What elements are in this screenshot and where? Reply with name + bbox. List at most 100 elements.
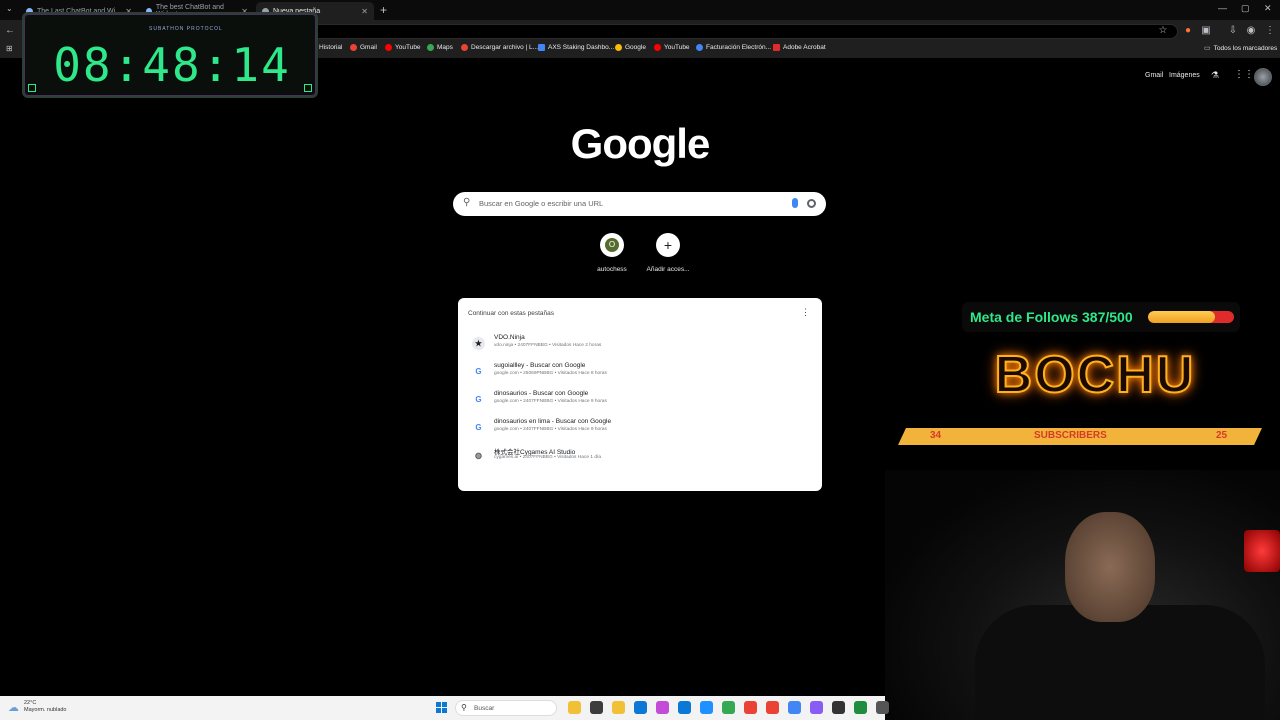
subathon-timer: SUBATHON PROTOCOL 08:48:14: [22, 12, 318, 98]
search-input[interactable]: Buscar en Google o escribir una URL: [479, 199, 603, 208]
bookmark-item[interactable]: Historial: [319, 44, 342, 51]
bookmark-item[interactable]: Maps: [427, 44, 453, 51]
google-icon: G: [475, 367, 482, 376]
taskbar-app-icon[interactable]: [612, 701, 625, 714]
taskbar-app-icon[interactable]: [744, 701, 757, 714]
globe-icon: ◍: [475, 451, 482, 460]
bochu-logo: BOCHU: [994, 345, 1196, 405]
taskbar-search-label: Buscar: [474, 705, 495, 712]
list-item[interactable]: ★ VDO.Ninja vdo.ninja • 2407FFNBBG • Vis…: [468, 334, 812, 356]
bookmark-item[interactable]: Gmail: [350, 44, 377, 51]
taskbar-app-icon[interactable]: [876, 701, 889, 714]
taskbar-app-icon[interactable]: [678, 701, 691, 714]
tab-search-icon[interactable]: ⌄: [6, 4, 13, 13]
maximize-button[interactable]: ▢: [1241, 3, 1250, 14]
taskbar-app-icon[interactable]: [788, 701, 801, 714]
maps-icon: [427, 44, 434, 51]
google-icon: G: [475, 395, 482, 404]
bookmark-label: YouTube: [395, 44, 421, 51]
all-bookmarks-folder[interactable]: ▭ Todos los marcadores: [1204, 44, 1277, 53]
bookmark-item[interactable]: Facturación Electrón...: [696, 44, 771, 51]
weather-widget[interactable]: 22°C Mayorm. nublado: [24, 700, 67, 714]
close-icon[interactable]: ✕: [361, 7, 368, 16]
windows-start-icon[interactable]: [436, 702, 447, 713]
google-apps-icon[interactable]: ⋮⋮: [1234, 69, 1254, 80]
taskbar-app-icon[interactable]: [634, 701, 647, 714]
subs-label: SUBSCRIBERS: [1034, 430, 1107, 441]
search-icon: ⚲: [463, 197, 471, 208]
taskbar-app-icon[interactable]: [832, 701, 845, 714]
account-avatar[interactable]: [1254, 68, 1272, 86]
timer-label: SUBATHON PROTOCOL: [149, 26, 223, 32]
shortcut-tile[interactable]: O autochess: [582, 233, 642, 273]
bookmark-label: Historial: [319, 44, 343, 51]
images-link[interactable]: Imágenes: [1169, 72, 1200, 79]
timer-value: 08:48:14: [53, 38, 291, 92]
taskbar-app-icon[interactable]: [568, 701, 581, 714]
list-item[interactable]: G dinosaurios - Buscar con Google google…: [468, 390, 812, 412]
profile-icon[interactable]: ◉: [1245, 25, 1257, 37]
address-bar[interactable]: [310, 24, 1178, 39]
gmail-link[interactable]: Gmail: [1145, 72, 1163, 79]
item-title: dinosaurios - Buscar con Google: [494, 390, 589, 397]
bookmark-item[interactable]: YouTube: [385, 44, 421, 51]
bookmark-item[interactable]: Descargar archivo | L...: [461, 44, 538, 51]
weather-icon: ☁: [8, 702, 19, 714]
item-meta: google.com • 2407FFNBBG • Visitados Hace…: [494, 427, 607, 432]
follows-goal-widget: Meta de Follows 387/500: [962, 302, 1240, 332]
plus-icon: +: [656, 233, 680, 257]
search-icon: ⚲: [461, 703, 467, 712]
close-window-button[interactable]: ✕: [1264, 3, 1272, 14]
youtube-icon: [654, 44, 661, 51]
webcam-person-body: [975, 605, 1265, 720]
bookmark-item[interactable]: Google: [615, 44, 646, 51]
search-box[interactable]: ⚲ Buscar en Google o escribir una URL: [453, 192, 826, 216]
autochess-icon: O: [600, 233, 624, 257]
extension-fox-icon[interactable]: ●: [1182, 25, 1194, 37]
taskbar-search[interactable]: ⚲ Buscar: [455, 700, 557, 716]
microphone-icon[interactable]: [792, 198, 798, 208]
taskbar-app-icon[interactable]: [854, 701, 867, 714]
weather-temp: 22°C: [24, 700, 37, 706]
taskbar-app-icon[interactable]: [766, 701, 779, 714]
back-icon[interactable]: ←: [4, 25, 16, 37]
webcam-red-light: [1244, 530, 1280, 572]
item-meta: cygames.ai • 2407FFNBBG • Visitados Hace…: [494, 455, 601, 460]
list-item[interactable]: ◍ 株式会社Cygames AI Studio cygames.ai • 240…: [468, 446, 812, 468]
google-lens-icon[interactable]: [807, 199, 816, 208]
taskbar-app-icon[interactable]: [656, 701, 669, 714]
taskbar-app-icon[interactable]: [810, 701, 823, 714]
google-icon: G: [475, 423, 482, 432]
axs-icon: [538, 44, 545, 51]
card-heading: Continuar con estas pestañas: [468, 310, 554, 317]
bookmark-label: Maps: [437, 44, 453, 51]
weather-desc: Mayorm. nublado: [24, 707, 67, 713]
add-shortcut-tile[interactable]: + Añadir acces...: [638, 233, 698, 273]
labs-flask-icon[interactable]: ⚗: [1211, 70, 1219, 81]
bookmark-item[interactable]: YouTube: [654, 44, 690, 51]
subs-count-left: 34: [930, 430, 942, 441]
menu-kebab-icon[interactable]: ⋮: [1264, 25, 1276, 37]
google-icon: [615, 44, 622, 51]
taskbar-app-icon[interactable]: [722, 701, 735, 714]
list-item[interactable]: G sugoiallley - Buscar con Google google…: [468, 362, 812, 384]
bookmark-label: Facturación Electrón...: [706, 44, 772, 51]
apps-grid-icon[interactable]: ⊞: [6, 44, 13, 53]
minimize-button[interactable]: —: [1218, 3, 1227, 13]
bookmark-item[interactable]: AXS Staking Dashbo...: [538, 44, 614, 51]
bookmark-label: Google: [625, 44, 646, 51]
downloads-icon[interactable]: ⇩: [1227, 25, 1239, 37]
gmail-icon: [350, 44, 357, 51]
taskbar-app-icon[interactable]: [590, 701, 603, 714]
star-icon[interactable]: ☆: [1157, 25, 1169, 37]
item-title: VDO.Ninja: [494, 334, 525, 341]
new-tab-button[interactable]: +: [380, 3, 387, 17]
list-item[interactable]: G dinosaurios en lima - Buscar con Googl…: [468, 418, 812, 440]
bookmark-item[interactable]: Adobe Acrobat: [773, 44, 826, 51]
card-menu-icon[interactable]: ⋮: [801, 307, 810, 318]
taskbar-app-icon[interactable]: [700, 701, 713, 714]
subs-count-right: 25: [1216, 430, 1228, 441]
google-logo: Google: [570, 120, 711, 167]
extensions-icon[interactable]: ▣: [1200, 25, 1212, 37]
item-meta: vdo.ninja • 2407FFNBBG • Visitados Hace …: [494, 343, 602, 348]
